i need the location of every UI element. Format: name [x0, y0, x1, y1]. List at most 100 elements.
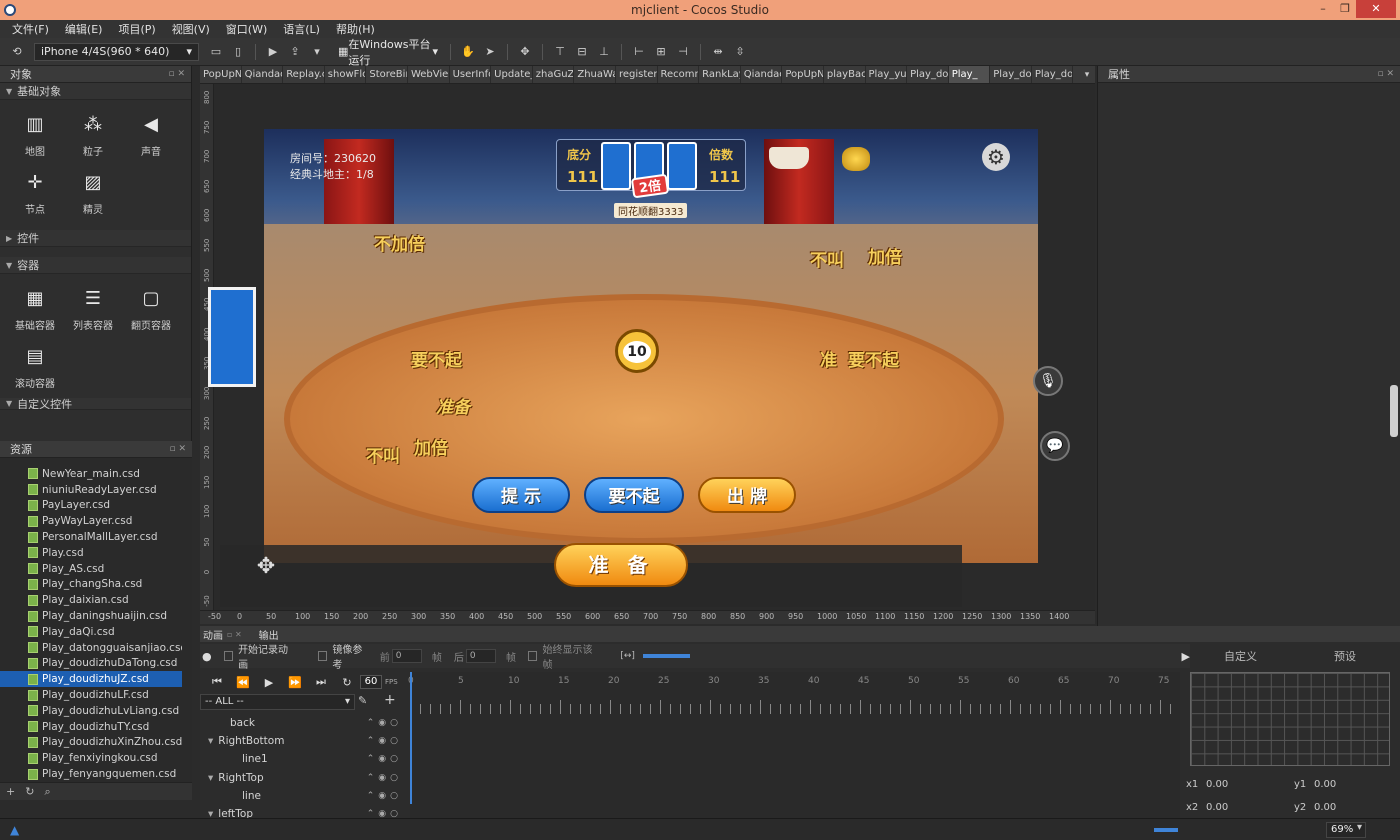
animation-node-row[interactable]: back ⌃◉○ [200, 714, 410, 732]
document-tab[interactable]: register [616, 66, 658, 83]
playhead[interactable] [410, 672, 412, 804]
visibility-lock-icon[interactable]: ⌃◉○ [367, 754, 402, 764]
loop-icon[interactable]: ↻ [334, 676, 360, 689]
visibility-lock-icon[interactable]: ⌃◉○ [367, 773, 402, 783]
y2-value[interactable]: 0.00 [1314, 802, 1336, 813]
select-tool-icon[interactable]: ➤ [481, 43, 499, 61]
x2-value[interactable]: 0.00 [1206, 802, 1228, 813]
animation-node-row[interactable]: ▾ leftTop ⌃◉○ [200, 805, 410, 818]
close-button[interactable]: ✕ [1356, 0, 1396, 18]
node-filter-select[interactable]: -- ALL -- ▾ [200, 694, 355, 710]
resource-file-item[interactable]: Play_doudizhuJZ.csd [0, 671, 182, 688]
document-tab[interactable]: playBac [824, 66, 866, 83]
always-show-checkbox[interactable] [528, 651, 538, 661]
move-handle-icon[interactable]: ✥ [253, 554, 279, 580]
next-frame-icon[interactable]: ⏩ [282, 676, 308, 689]
menu-project[interactable]: 项目(P) [118, 21, 155, 37]
resource-file-item[interactable]: Play_daixian.csd [0, 592, 182, 608]
align-right-icon[interactable]: ⊣ [674, 43, 692, 61]
document-tab[interactable]: Recomm [658, 66, 700, 83]
last-frame-icon[interactable]: ⏭ [308, 675, 334, 689]
resource-file-item[interactable]: Play_doudizhuDaTong.csd [0, 656, 182, 672]
before-frames-input[interactable]: 0 [391, 649, 422, 663]
device-select[interactable]: iPhone 4/4S(960 * 640) ▾ [34, 42, 199, 61]
play-cards-button[interactable]: 出 牌 [698, 477, 796, 513]
resource-file-item[interactable]: PersonalMallLayer.csd [0, 529, 182, 545]
document-tab[interactable]: Play_yu [866, 66, 908, 83]
document-tab[interactable]: Play_do [990, 66, 1032, 83]
hint-button[interactable]: 提 示 [472, 477, 570, 513]
tab-output[interactable]: 输出 [259, 627, 279, 642]
document-tab[interactable]: Qiandao [741, 66, 783, 83]
object-particle[interactable]: ⁂ 粒子 [64, 106, 122, 164]
play-icon[interactable]: ▶ [264, 43, 282, 61]
play-icon[interactable]: ▶ [256, 676, 282, 689]
panel-controls-icon[interactable]: ▫ ✕ [1377, 69, 1394, 79]
visibility-lock-icon[interactable]: ⌃◉○ [367, 791, 402, 801]
align-left-icon[interactable]: ⊢ [630, 43, 648, 61]
resource-file-item[interactable]: Play_AS.csd [0, 561, 182, 577]
minimize-button[interactable]: – [1312, 0, 1334, 18]
document-tab[interactable]: PopUpN [782, 66, 824, 83]
object-map[interactable]: ▥ 地图 [6, 106, 64, 164]
add-keyframe-icon[interactable]: ● [202, 650, 212, 663]
visibility-lock-icon[interactable]: ⌃◉○ [367, 809, 402, 818]
ready-button[interactable]: 准 备 [554, 543, 688, 587]
chat-bubble-icon[interactable]: 💬 [1040, 431, 1070, 461]
object-sprite[interactable]: ▨ 精灵 [64, 164, 122, 222]
resource-file-item[interactable]: Play_doudizhuXinZhou.csd [0, 735, 182, 751]
align-hcenter-icon[interactable]: ⊞ [652, 43, 670, 61]
move-tool-icon[interactable]: ✥ [516, 43, 534, 61]
maximize-button[interactable]: ❐ [1334, 0, 1356, 18]
resource-file-item[interactable]: PayLayer.csd [0, 498, 182, 514]
container-basic[interactable]: ▦ 基础容器 [6, 280, 64, 338]
animation-node-row[interactable]: line ⌃◉○ [200, 787, 410, 805]
document-tab[interactable]: ZhuaWa [574, 66, 616, 83]
tab-animation[interactable]: 动画 [203, 627, 223, 642]
pass-button[interactable]: 要不起 [584, 477, 684, 513]
y1-value[interactable]: 0.00 [1314, 779, 1336, 790]
menu-file[interactable]: 文件(F) [12, 21, 49, 37]
panel-controls-icon[interactable]: ▫ ✕ [227, 630, 242, 639]
align-top-icon[interactable]: ⊤ [551, 43, 569, 61]
document-tab[interactable]: WebVie [408, 66, 450, 83]
publish-icon[interactable]: ⇪ [286, 43, 304, 61]
document-tab[interactable]: RankLay [699, 66, 741, 83]
section-basic[interactable]: ▼ 基础对象 [0, 83, 191, 100]
visibility-lock-icon[interactable]: ⌃◉○ [367, 736, 402, 746]
document-tab[interactable]: PopUpN [200, 66, 242, 83]
document-tab[interactable]: Qiandao [242, 66, 284, 83]
document-tab[interactable]: Play_do [907, 66, 949, 83]
document-tab[interactable]: UserInfo [450, 66, 492, 83]
timeline[interactable]: 051015202530354045505560657075 [408, 672, 1180, 818]
menu-edit[interactable]: 编辑(E) [65, 21, 103, 37]
align-bottom-icon[interactable]: ⊥ [595, 43, 613, 61]
properties-scrollbar[interactable] [1390, 385, 1398, 437]
menu-view[interactable]: 视图(V) [172, 21, 210, 37]
animation-node-row[interactable]: ▾ RightTop ⌃◉○ [200, 769, 410, 787]
resource-file-item[interactable]: Play.csd [0, 545, 182, 561]
refresh-icon[interactable]: ↻ [25, 785, 34, 798]
animation-node-row[interactable]: ▾ RightBottom ⌃◉○ [200, 732, 410, 750]
expand-arrow-icon[interactable]: ▾ [208, 808, 213, 818]
resource-file-item[interactable]: PayWayLayer.csd [0, 513, 182, 529]
search-icon[interactable]: ⌕ [44, 785, 50, 799]
chevron-down-icon[interactable]: ▾ [1357, 822, 1362, 833]
game-scene[interactable]: 房间号：230620 经典斗地主：1/8 底分 111 倍数 111 2倍 同花… [264, 129, 1038, 563]
zoom-slider[interactable] [642, 654, 690, 658]
add-icon[interactable]: + [384, 692, 396, 708]
container-page[interactable]: ▢ 翻页容器 [122, 280, 180, 338]
document-tab[interactable]: Play_do [1032, 66, 1074, 83]
resource-file-item[interactable]: niuniuReadyLayer.csd [0, 482, 182, 498]
document-tab[interactable]: showFlo [325, 66, 367, 83]
document-tab[interactable]: Replay.c [283, 66, 325, 83]
animation-node-row[interactable]: line1 ⌃◉○ [200, 750, 410, 768]
container-scroll[interactable]: ▤ 滚动容器 [6, 338, 64, 396]
add-icon[interactable]: + [6, 785, 15, 798]
resource-file-item[interactable]: Play_doudizhuLvLiang.csd [0, 703, 182, 719]
container-list[interactable]: ☰ 列表容器 [64, 280, 122, 338]
run-target-select[interactable]: ▦ 在Windows平台运行 ▾ [332, 38, 444, 67]
panel-controls-icon[interactable]: ▫ ✕ [168, 69, 185, 79]
resource-file-item[interactable]: Play_datongguaisanjiao.csd [0, 640, 182, 656]
tab-custom-curve[interactable]: 自定义 [1224, 648, 1257, 664]
